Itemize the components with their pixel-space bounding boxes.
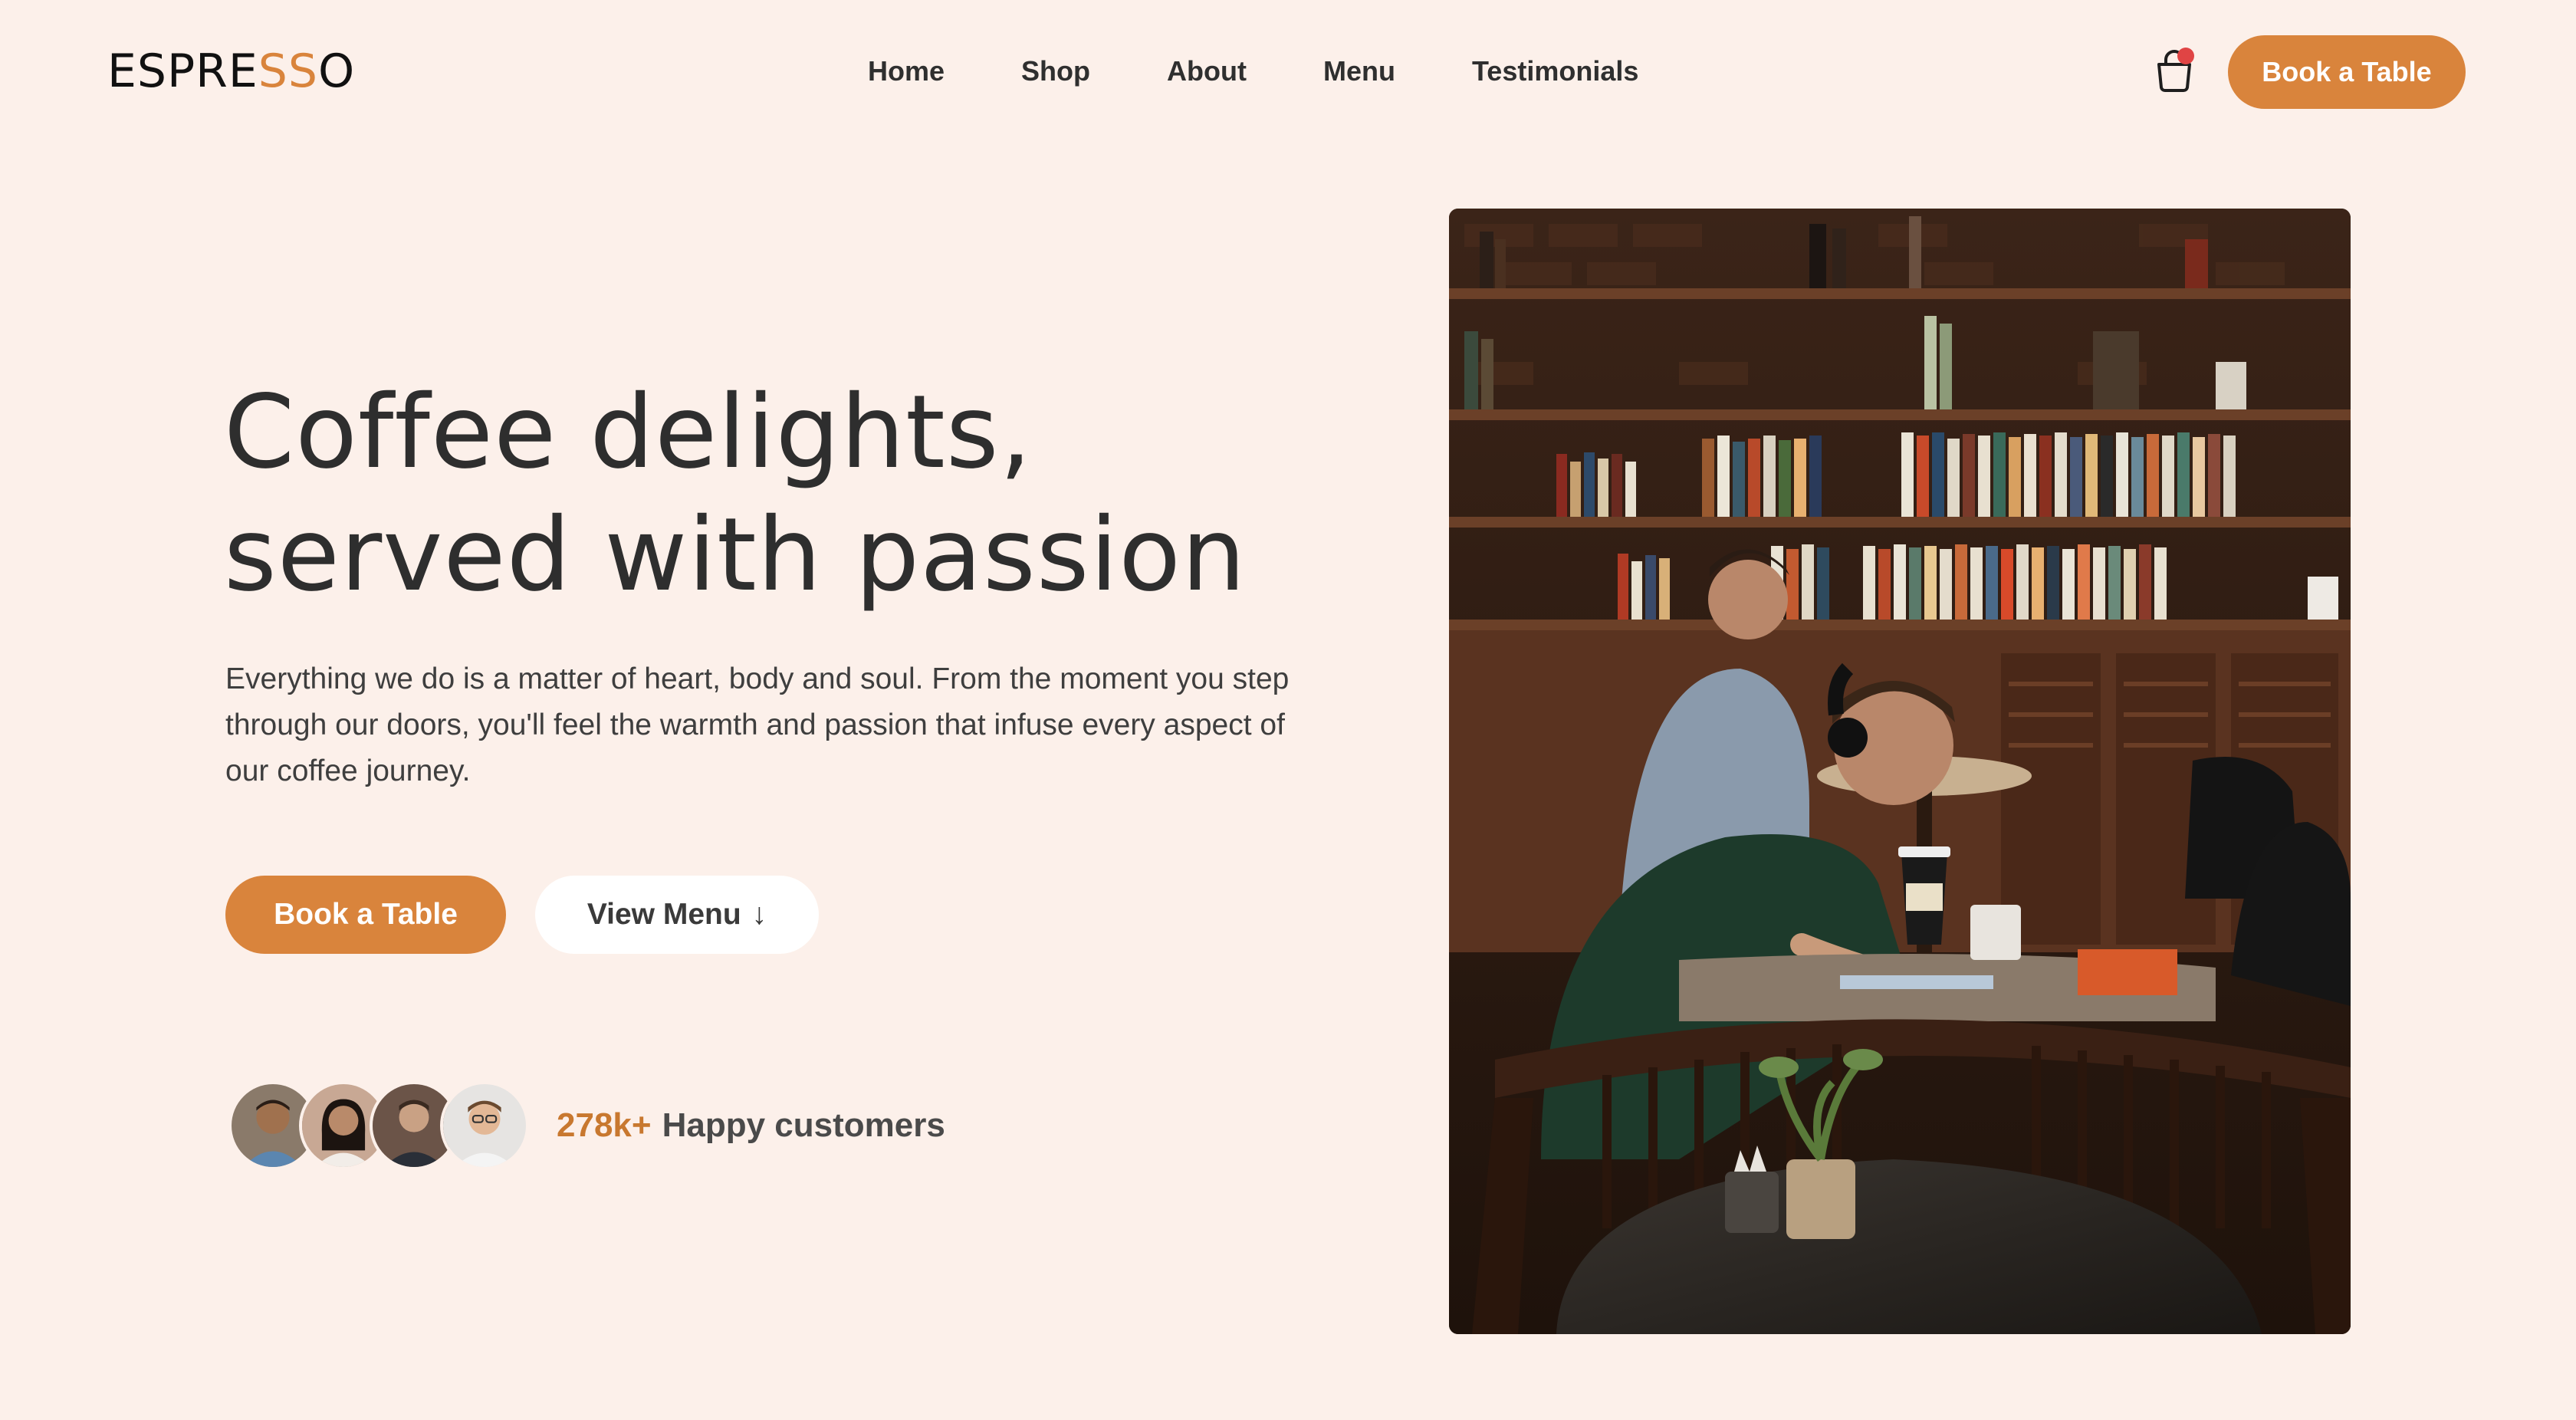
nav-item-testimonials[interactable]: Testimonials — [1472, 55, 1638, 87]
customers-label: Happy customers — [662, 1106, 945, 1144]
nav-item-about[interactable]: About — [1167, 55, 1247, 87]
shopping-bag-icon[interactable] — [2153, 48, 2196, 94]
hero-title-line-1: Coffee delights, — [224, 373, 1033, 491]
view-menu-label: View Menu — [586, 898, 741, 931]
customers-count: 278k+ — [557, 1106, 652, 1144]
main-nav: Home Shop About Menu Testimonials — [868, 52, 1638, 90]
arrow-down-icon: ↓ — [751, 898, 767, 931]
cart-notification-badge — [2177, 48, 2194, 64]
hero-image — [1449, 209, 2351, 1334]
book-table-header-button[interactable]: Book a Table — [2228, 35, 2466, 109]
view-menu-button[interactable]: View Menu ↓ — [535, 876, 819, 954]
avatar — [440, 1081, 529, 1170]
page: ESPRESSO Home Shop About Menu Testimonia… — [0, 0, 2576, 1420]
nav-item-shop[interactable]: Shop — [1021, 55, 1090, 87]
book-table-button[interactable]: Book a Table — [225, 876, 506, 954]
logo[interactable]: ESPRESSO — [107, 44, 355, 98]
hero-title: Coffee delights, served with passion — [224, 371, 1374, 616]
happy-customers: 278k+ Happy customers — [557, 1103, 945, 1149]
customer-avatars — [228, 1081, 535, 1170]
nav-item-menu[interactable]: Menu — [1323, 55, 1395, 87]
nav-item-home[interactable]: Home — [868, 55, 945, 87]
hero-title-line-2: served with passion — [224, 496, 1247, 614]
hero-description: Everything we do is a matter of heart, b… — [225, 662, 1290, 787]
